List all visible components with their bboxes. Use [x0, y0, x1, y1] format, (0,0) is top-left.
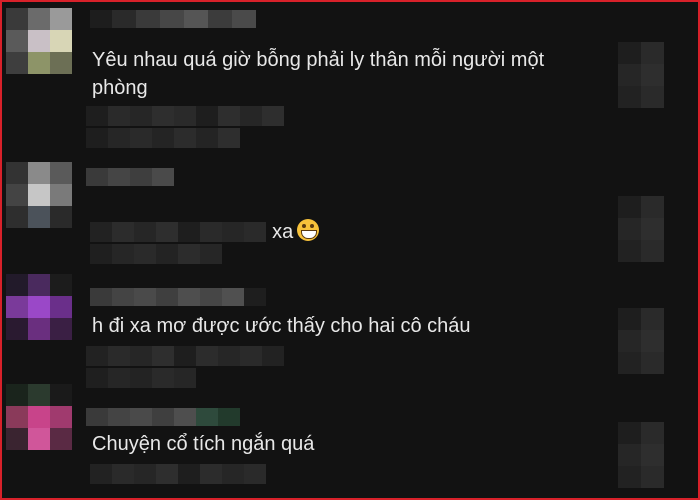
comment-actions-redacted[interactable]: [86, 346, 284, 366]
avatar-pixel: [28, 296, 50, 318]
comment-actions-redacted[interactable]: [90, 464, 266, 484]
grinning-face-emoji-icon: [297, 219, 320, 241]
comment-actions-redacted[interactable]: [86, 106, 284, 126]
avatar-pixel: [28, 428, 50, 450]
avatar-pixel: [6, 318, 28, 340]
avatar-pixel: [6, 52, 28, 74]
reaction-redacted[interactable]: [618, 196, 664, 262]
avatar[interactable]: [6, 274, 72, 340]
comment-actions-redacted: [86, 368, 196, 388]
comment-actions-redacted: [90, 244, 222, 264]
comment-text: h đi xa mơ được ước thấy cho hai cô cháu: [92, 315, 471, 337]
comment-actions-redacted[interactable]: [90, 222, 266, 242]
reaction-redacted[interactable]: [618, 308, 664, 374]
avatar-pixel: [6, 30, 28, 52]
avatar-pixel: [28, 162, 50, 184]
avatar[interactable]: [6, 384, 72, 450]
avatar-pixel: [50, 184, 72, 206]
comment-actions-redacted: [86, 128, 240, 148]
avatar-pixel: [6, 206, 28, 228]
avatar-pixel: [50, 30, 72, 52]
avatar-pixel: [6, 184, 28, 206]
commenter-name-redacted[interactable]: [86, 168, 174, 186]
avatar[interactable]: [6, 162, 72, 228]
commenter-name-redacted[interactable]: [86, 408, 240, 426]
avatar-pixel: [28, 8, 50, 30]
avatar-pixel: [6, 428, 28, 450]
avatar-pixel: [50, 8, 72, 30]
avatar-pixel: [50, 206, 72, 228]
avatar-pixel: [28, 52, 50, 74]
avatar-pixel: [50, 406, 72, 428]
avatar-pixel: [28, 384, 50, 406]
comments-panel: Yêu nhau quá giờ bỗng phải ly thân mỗi n…: [0, 0, 700, 500]
avatar-pixel: [50, 52, 72, 74]
avatar-pixel: [28, 274, 50, 296]
commenter-name-redacted[interactable]: [90, 288, 266, 306]
avatar-pixel: [28, 406, 50, 428]
avatar-pixel: [6, 8, 28, 30]
avatar-pixel: [50, 162, 72, 184]
avatar[interactable]: [6, 8, 72, 74]
avatar-pixel: [50, 296, 72, 318]
avatar-pixel: [28, 30, 50, 52]
avatar-pixel: [50, 428, 72, 450]
reaction-redacted[interactable]: [618, 422, 664, 488]
avatar-pixel: [6, 274, 28, 296]
reaction-redacted[interactable]: [618, 42, 664, 108]
avatar-pixel: [50, 318, 72, 340]
commenter-name-redacted[interactable]: [90, 10, 256, 28]
avatar-pixel: [6, 406, 28, 428]
avatar-pixel: [50, 384, 72, 406]
avatar-pixel: [28, 184, 50, 206]
avatar-pixel: [6, 296, 28, 318]
avatar-pixel: [28, 318, 50, 340]
comment-text: Yêu nhau quá giờ bỗng phải ly thân mỗi n…: [92, 49, 545, 99]
comment-text: Chuyện cổ tích ngắn quá: [92, 433, 315, 455]
avatar-pixel: [6, 162, 28, 184]
avatar-pixel: [6, 384, 28, 406]
avatar-pixel: [50, 274, 72, 296]
avatar-pixel: [28, 206, 50, 228]
